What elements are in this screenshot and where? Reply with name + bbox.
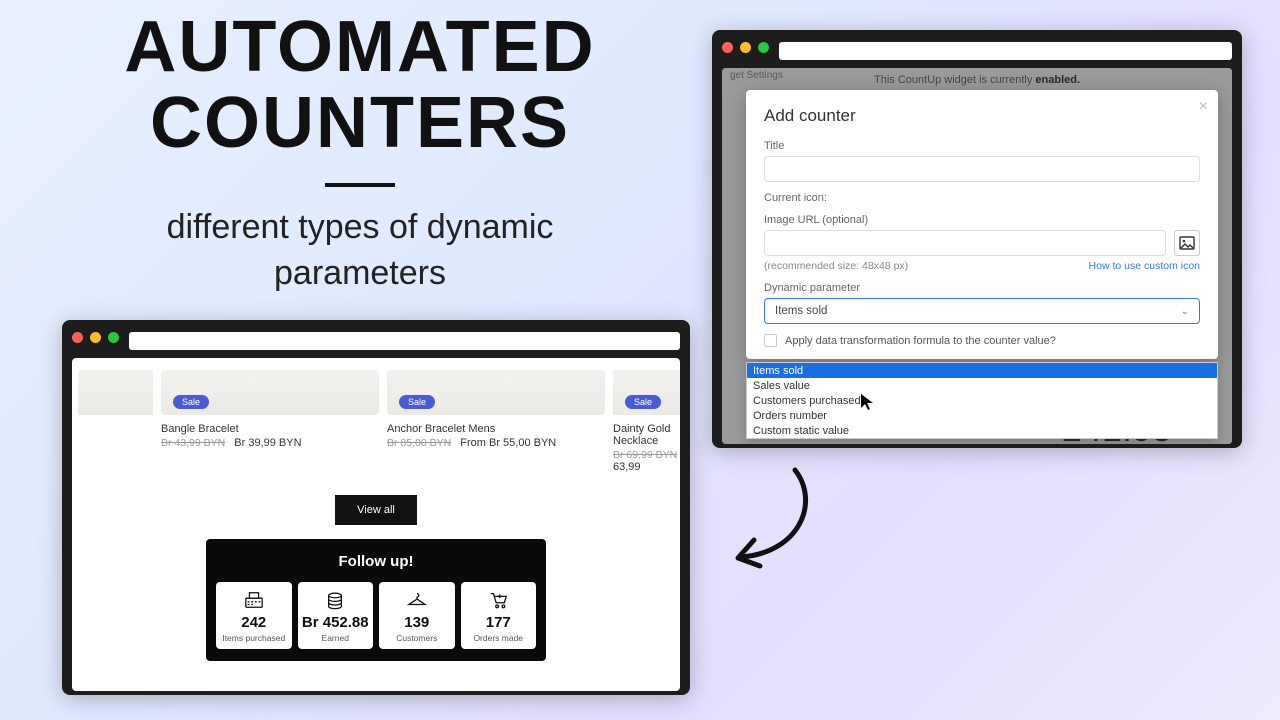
product-card[interactable]: Sale Bangle Bracelet Br 43,99 BYN Br 39,… [161,370,379,473]
dynamic-param-dropdown[interactable]: Items sold Sales value Customers purchas… [746,362,1218,439]
checkbox-label: Apply data transformation formula to the… [785,335,1056,347]
dropdown-option[interactable]: Custom static value [747,423,1217,438]
sale-badge: Sale [173,395,209,409]
stat-value: 177 [463,614,535,631]
sale-badge: Sale [399,395,435,409]
close-icon[interactable]: × [1199,98,1208,116]
current-price: From Br 55,00 BYN [460,437,556,449]
storefront-window: Sale Bangle Bracelet Br 43,99 BYN Br 39,… [62,320,690,695]
product-image: Sale [161,370,379,415]
product-card[interactable] [78,370,153,473]
stat-card: 242 Items purchased [216,582,292,649]
cash-register-icon [218,590,290,610]
url-bar[interactable] [129,332,680,350]
sale-badge: Sale [625,395,661,409]
modal-title: Add counter [764,106,1200,126]
cursor-icon [860,393,874,415]
image-url-label: Image URL (optional) [764,214,1200,226]
follow-title: Follow up! [216,553,536,570]
stat-card: 177 Orders made [461,582,537,649]
product-price: Br 43,99 BYN Br 39,99 BYN [161,437,379,449]
window-controls[interactable] [722,42,769,53]
close-dot[interactable] [722,42,733,53]
product-name: Anchor Bracelet Mens [387,423,605,435]
image-picker-button[interactable] [1174,230,1200,256]
stat-label: Orders made [463,633,535,643]
minimize-dot[interactable] [90,332,101,343]
headline: AUTOMATED COUNTERS [60,10,660,161]
product-image [78,370,153,415]
stat-value: 242 [218,614,290,631]
maximize-dot[interactable] [758,42,769,53]
follow-widget: Follow up! 242 Items purchased Br 452.88… [206,539,546,661]
stat-label: Earned [300,633,372,643]
stat-value: Br 452.88 [300,614,372,631]
stat-card: Br 452.88 Earned [298,582,374,649]
dropdown-option[interactable]: Sales value [747,378,1217,393]
curved-arrow-icon [720,462,830,582]
current-price: Br 39,99 BYN [234,437,301,449]
dynamic-param-label: Dynamic parameter [764,282,1200,294]
custom-icon-link[interactable]: How to use custom icon [1089,260,1200,272]
image-url-input[interactable] [764,230,1166,256]
product-row: Sale Bangle Bracelet Br 43,99 BYN Br 39,… [78,370,674,489]
old-price: Br 69,99 BYN [613,449,677,461]
apply-formula-checkbox[interactable]: Apply data transformation formula to the… [764,334,1200,347]
select-value: Items sold [775,305,827,317]
rec-size-hint: (recommended size: 48x48 px) [764,260,908,272]
checkbox-box[interactable] [764,334,777,347]
dynamic-param-select[interactable]: Items sold ⌄ [764,298,1200,324]
add-counter-modal: × Add counter Title Current icon: Image … [746,90,1218,359]
old-price: Br 43,99 BYN [161,437,225,449]
maximize-dot[interactable] [108,332,119,343]
stat-label: Items purchased [218,633,290,643]
window-controls[interactable] [72,332,119,343]
current-icon-label: Current icon: [764,192,1200,204]
headline-sub: different types of dynamic parameters [130,205,590,297]
view-all-button[interactable]: View all [335,495,417,525]
old-price: Br 85,00 BYN [387,437,451,449]
product-image: Sale [613,370,680,415]
headline-line2: COUNTERS [150,83,570,163]
title-label: Title [764,140,1200,152]
close-dot[interactable] [72,332,83,343]
product-name: Bangle Bracelet [161,423,379,435]
product-price: Br 69,99 BYN Br 63,99 [613,449,680,473]
admin-window: get Settings This CountUp widget is curr… [712,30,1242,448]
hanger-icon [381,590,453,610]
storefront-viewport: Sale Bangle Bracelet Br 43,99 BYN Br 39,… [72,358,680,691]
product-price: Br 85,00 BYN From Br 55,00 BYN [387,437,605,449]
dropdown-option[interactable]: Items sold [747,363,1217,378]
dropdown-option[interactable]: Orders number [747,408,1217,423]
product-name: Dainty Gold Necklace [613,423,680,447]
url-bar[interactable] [779,42,1232,60]
coins-icon [300,590,372,610]
cart-icon [463,590,535,610]
headline-line1: AUTOMATED [124,7,595,87]
chevron-down-icon: ⌄ [1181,306,1189,317]
stat-card: 139 Customers [379,582,455,649]
stat-value: 139 [381,614,453,631]
stat-label: Customers [381,633,453,643]
dropdown-option[interactable]: Customers purchased [747,393,1217,408]
image-icon [1179,236,1195,250]
title-input[interactable] [764,156,1200,182]
headline-rule [325,183,395,187]
product-card[interactable]: Sale Anchor Bracelet Mens Br 85,00 BYN F… [387,370,605,473]
product-card[interactable]: Sale Dainty Gold Necklace Br 69,99 BYN B… [613,370,680,473]
admin-viewport: get Settings This CountUp widget is curr… [722,68,1232,444]
product-image: Sale [387,370,605,415]
minimize-dot[interactable] [740,42,751,53]
